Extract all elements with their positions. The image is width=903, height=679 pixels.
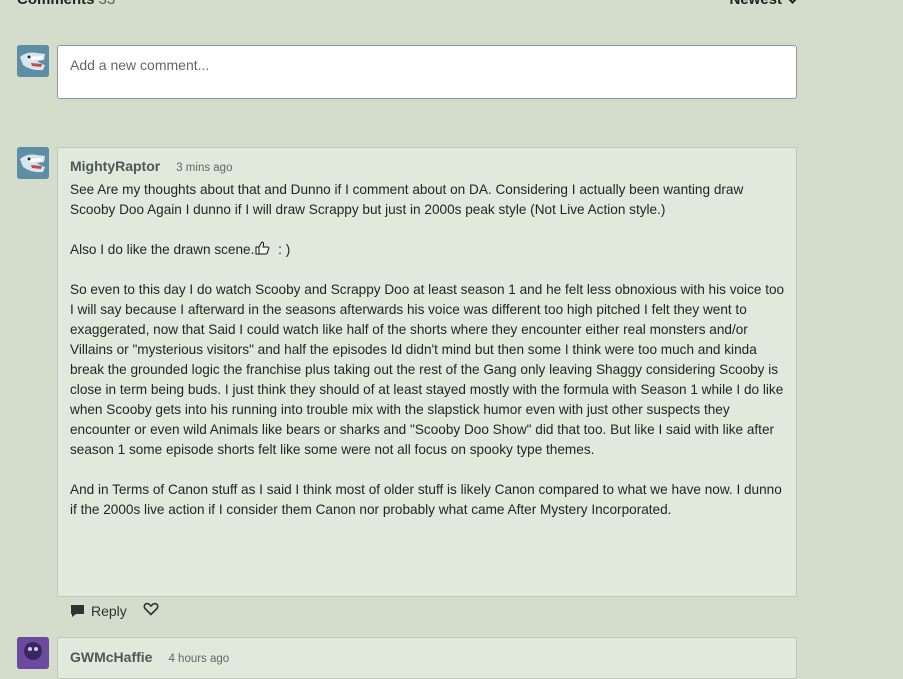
comments-count: 33 (99, 0, 116, 8)
comment-card: MightyRaptor 3 mins ago See Are my thoug… (57, 147, 797, 597)
sort-dropdown[interactable]: Newest (729, 0, 799, 8)
comment-body: See Are my thoughts about that and Dunno… (70, 180, 786, 540)
comments-header: Comments33 Newest (17, 0, 799, 11)
reply-label: Reply (91, 602, 127, 619)
comment-meta: MightyRaptor 3 mins ago (70, 158, 232, 174)
comment-paragraph: See Are my thoughts about that and Dunno… (70, 182, 744, 217)
purple-avatar-icon (17, 637, 49, 669)
dragon-avatar-icon (17, 45, 49, 77)
comment-card: GWMcHaffie 4 hours ago (57, 637, 797, 679)
heart-icon[interactable] (143, 602, 159, 619)
chevron-down-icon (786, 0, 799, 4)
new-comment-input[interactable]: Add a new comment... (57, 45, 797, 99)
thumbs-up-emoji-icon (255, 241, 270, 255)
comment-paragraph: And in Terms of Canon stuff as I said I … (70, 482, 782, 517)
comment-actions: Reply (70, 602, 159, 619)
avatar[interactable] (17, 147, 49, 179)
new-comment-placeholder: Add a new comment... (70, 57, 210, 73)
sort-label: Newest (729, 0, 782, 8)
comment-timestamp[interactable]: 4 hours ago (168, 653, 229, 665)
avatar[interactable] (17, 637, 49, 669)
dragon-avatar-icon (17, 147, 49, 179)
comment-username[interactable]: MightyRaptor (70, 158, 160, 174)
comment-timestamp[interactable]: 3 mins ago (176, 162, 232, 174)
avatar[interactable] (17, 45, 49, 77)
speech-bubble-icon (71, 604, 84, 617)
comment-paragraph: Also I do like the drawn scene. : ) (70, 241, 291, 257)
comment-meta: GWMcHaffie 4 hours ago (70, 649, 229, 665)
comments-title: Comments33 (17, 0, 115, 8)
comment-username[interactable]: GWMcHaffie (70, 649, 152, 665)
comment-paragraph: So even to this day I do watch Scooby an… (70, 282, 785, 457)
reply-button[interactable]: Reply (70, 603, 127, 619)
